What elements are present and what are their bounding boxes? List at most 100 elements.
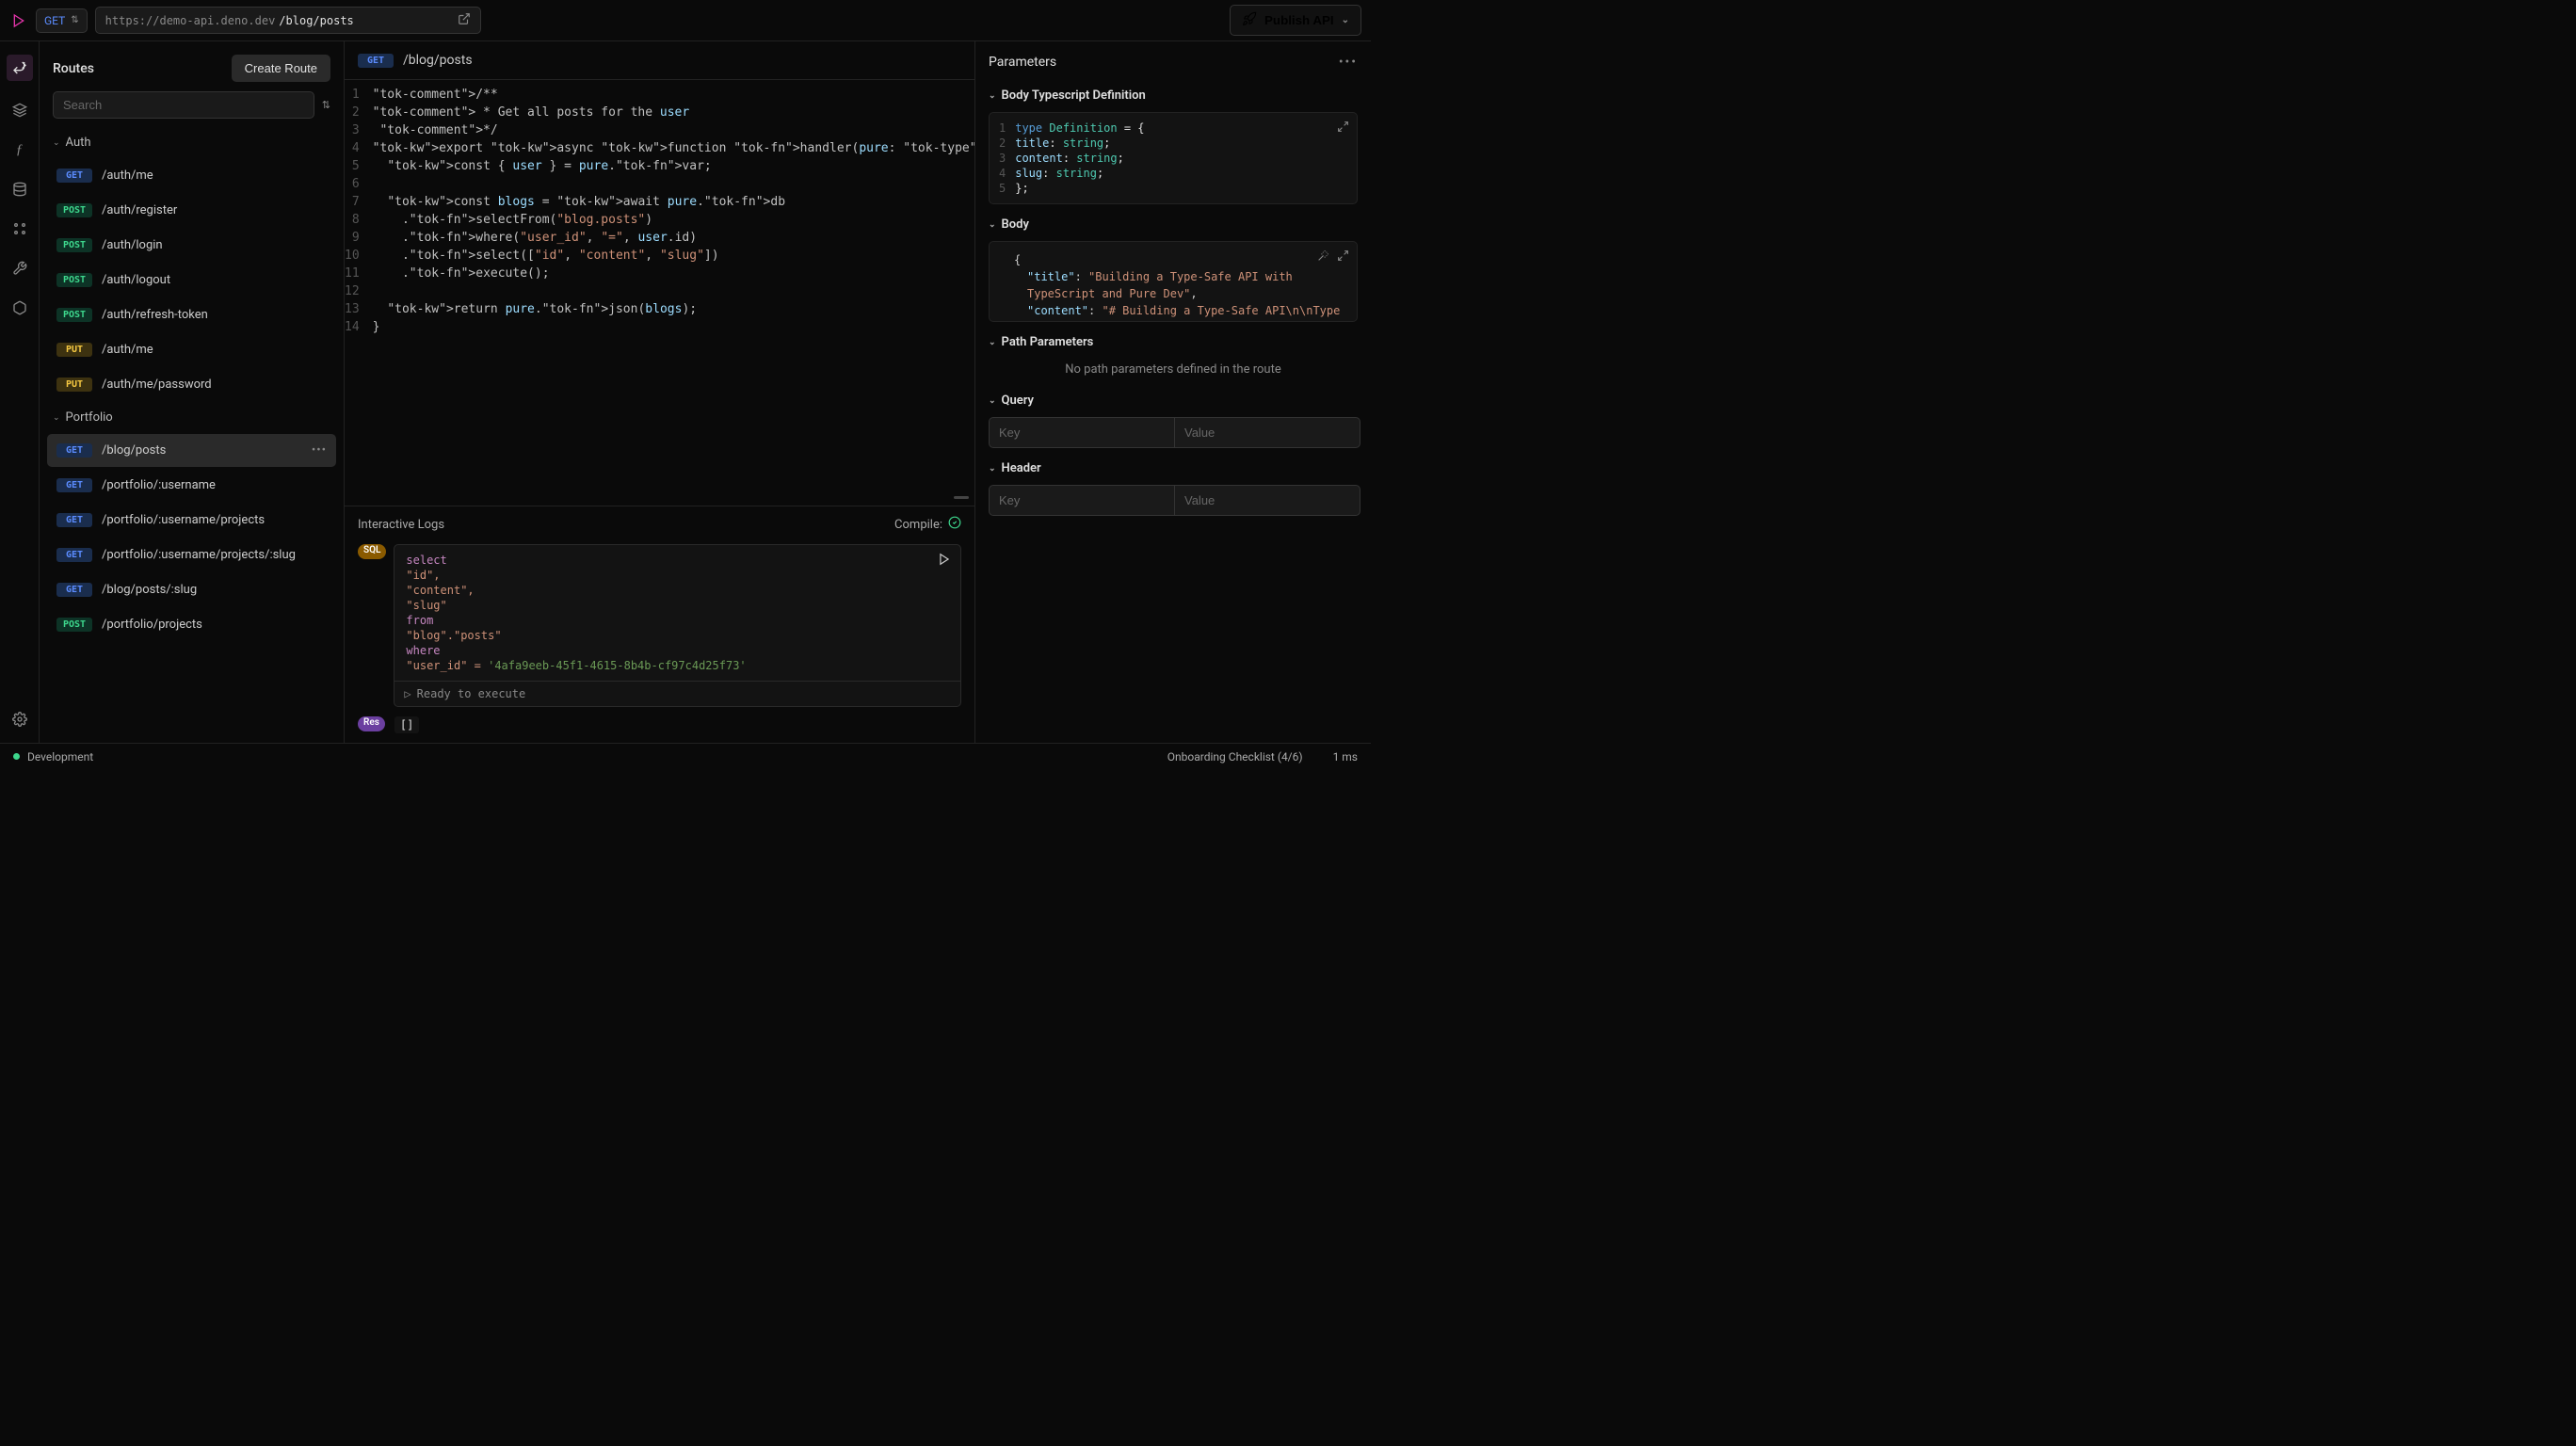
sidebar-title: Routes [53, 61, 94, 76]
routes-icon[interactable] [7, 55, 33, 81]
http-method-select[interactable]: GET ⇅ [36, 8, 88, 33]
method-badge: POST [56, 308, 92, 322]
publish-label: Publish API [1264, 13, 1334, 27]
route-path: /auth/me/password [102, 378, 212, 392]
code-editor[interactable]: 1234567891011121314 "tok-comment">/**"to… [345, 80, 974, 506]
grid-icon[interactable] [9, 218, 30, 239]
route-item[interactable]: GET/auth/me [47, 159, 336, 192]
status-bar: Development Onboarding Checklist (4/6) 1… [0, 743, 1371, 769]
settings-icon[interactable] [9, 709, 30, 730]
external-link-icon[interactable] [458, 12, 471, 28]
group-header[interactable]: ⌄Portfolio [47, 403, 336, 432]
path-params-header[interactable]: ⌄ Path Parameters [975, 326, 1371, 355]
tools-icon[interactable] [9, 258, 30, 279]
play-icon[interactable] [938, 553, 951, 569]
chevron-down-icon: ⌄ [989, 91, 996, 101]
compile-label: Compile: [894, 518, 942, 532]
route-item[interactable]: GET/portfolio/:username [47, 469, 336, 502]
route-item[interactable]: PUT/auth/me [47, 333, 336, 366]
chevron-down-icon: ⌄ [1342, 15, 1349, 25]
route-path: /portfolio/:username/projects [102, 513, 265, 527]
compile-ok-icon [948, 516, 961, 533]
env-label[interactable]: Development [27, 750, 93, 763]
route-path: /blog/posts/:slug [102, 583, 197, 597]
icon-rail: ƒ [0, 41, 40, 743]
method-badge: GET [56, 548, 92, 562]
rocket-icon [1242, 11, 1257, 29]
route-path: /auth/register [102, 203, 177, 217]
more-icon[interactable]: ••• [312, 443, 327, 458]
expand-icon[interactable] [1337, 120, 1349, 137]
route-path-title: /blog/posts [403, 53, 473, 68]
query-value-input[interactable] [1174, 417, 1360, 448]
route-item[interactable]: POST/auth/login [47, 229, 336, 262]
route-item[interactable]: POST/auth/refresh-token [47, 298, 336, 331]
query-header[interactable]: ⌄ Query [975, 384, 1371, 413]
header-value-input[interactable] [1174, 485, 1360, 516]
chevron-down-icon: ⌄ [989, 338, 996, 347]
package-icon[interactable] [9, 297, 30, 318]
route-item[interactable]: POST/auth/register [47, 194, 336, 227]
status-dot-icon [13, 753, 20, 760]
chevron-down-icon: ⌄ [989, 464, 996, 474]
sql-log-body[interactable]: select "id", "content", "slug" from "blo… [394, 544, 961, 707]
routes-tree[interactable]: ⌄AuthGET/auth/mePOST/auth/registerPOST/a… [40, 128, 344, 743]
top-bar: GET ⇅ https://demo-api.deno.dev/blog/pos… [0, 0, 1371, 41]
group-header[interactable]: ⌄Auth [47, 128, 336, 157]
parameters-title: Parameters [989, 55, 1056, 70]
method-badge: POST [56, 238, 92, 252]
route-item[interactable]: POST/portfolio/projects [47, 608, 336, 641]
query-key-input[interactable] [989, 417, 1174, 448]
route-item[interactable]: GET/portfolio/:username/projects [47, 504, 336, 537]
url-path: /blog/posts [279, 14, 353, 27]
expand-icon[interactable] [1337, 249, 1349, 266]
wand-icon[interactable] [1317, 249, 1329, 266]
chevron-down-icon: ⌄ [989, 220, 996, 230]
method-badge: GET [56, 583, 92, 597]
search-input[interactable] [53, 91, 314, 119]
method-label: GET [44, 14, 65, 27]
route-item[interactable]: GET/blog/posts/:slug [47, 573, 336, 606]
body-def-header[interactable]: ⌄ Body Typescript Definition [975, 79, 1371, 108]
res-value: [] [394, 716, 419, 733]
body-preview[interactable]: { "title": "Building a Type-Safe API wit… [989, 241, 1358, 322]
method-badge: GET [56, 443, 92, 458]
route-item[interactable]: PUT/auth/me/password [47, 368, 336, 401]
route-item[interactable]: GET/portfolio/:username/projects/:slug [47, 538, 336, 571]
route-method-badge: GET [358, 54, 394, 68]
database-icon[interactable] [9, 179, 30, 200]
route-item[interactable]: GET/blog/posts ••• [47, 434, 336, 467]
layers-icon[interactable] [9, 100, 30, 120]
chevron-down-icon: ⌄ [989, 396, 996, 406]
method-badge: POST [56, 203, 92, 217]
more-icon[interactable]: ••• [1339, 55, 1358, 70]
body-header[interactable]: ⌄ Body [975, 208, 1371, 237]
parameters-panel: Parameters ••• ⌄ Body Typescript Definit… [975, 41, 1371, 743]
method-badge: GET [56, 478, 92, 492]
route-path: /auth/logout [102, 273, 170, 287]
route-path: /blog/posts [102, 443, 166, 458]
logs-panel: Interactive Logs Compile: SQL select [345, 506, 974, 743]
method-badge: POST [56, 618, 92, 632]
ts-definition-block[interactable]: 12345 type Definition = { title: string;… [989, 112, 1358, 204]
publish-api-button[interactable]: Publish API ⌄ [1230, 5, 1361, 36]
url-base: https://demo-api.deno.dev [105, 14, 276, 27]
sql-badge: SQL [358, 544, 386, 559]
function-icon[interactable]: ƒ [9, 139, 30, 160]
method-badge: PUT [56, 378, 92, 392]
method-badge: PUT [56, 343, 92, 357]
logs-title: Interactive Logs [358, 518, 444, 532]
onboarding-checklist[interactable]: Onboarding Checklist (4/6) [1167, 750, 1303, 763]
route-path: /auth/me [102, 169, 153, 183]
header-header[interactable]: ⌄ Header [975, 452, 1371, 481]
ready-label: Ready to execute [417, 687, 526, 700]
route-item[interactable]: POST/auth/logout [47, 264, 336, 297]
route-path: /portfolio/:username/projects/:slug [102, 548, 296, 562]
res-badge: Res [358, 716, 385, 731]
timing-label: 1 ms [1333, 750, 1358, 763]
header-key-input[interactable] [989, 485, 1174, 516]
path-params-empty: No path parameters defined in the route [975, 355, 1371, 384]
create-route-button[interactable]: Create Route [232, 55, 330, 82]
expand-collapse-icon[interactable]: ⇅ [322, 99, 330, 111]
url-bar[interactable]: https://demo-api.deno.dev/blog/posts [95, 7, 481, 34]
